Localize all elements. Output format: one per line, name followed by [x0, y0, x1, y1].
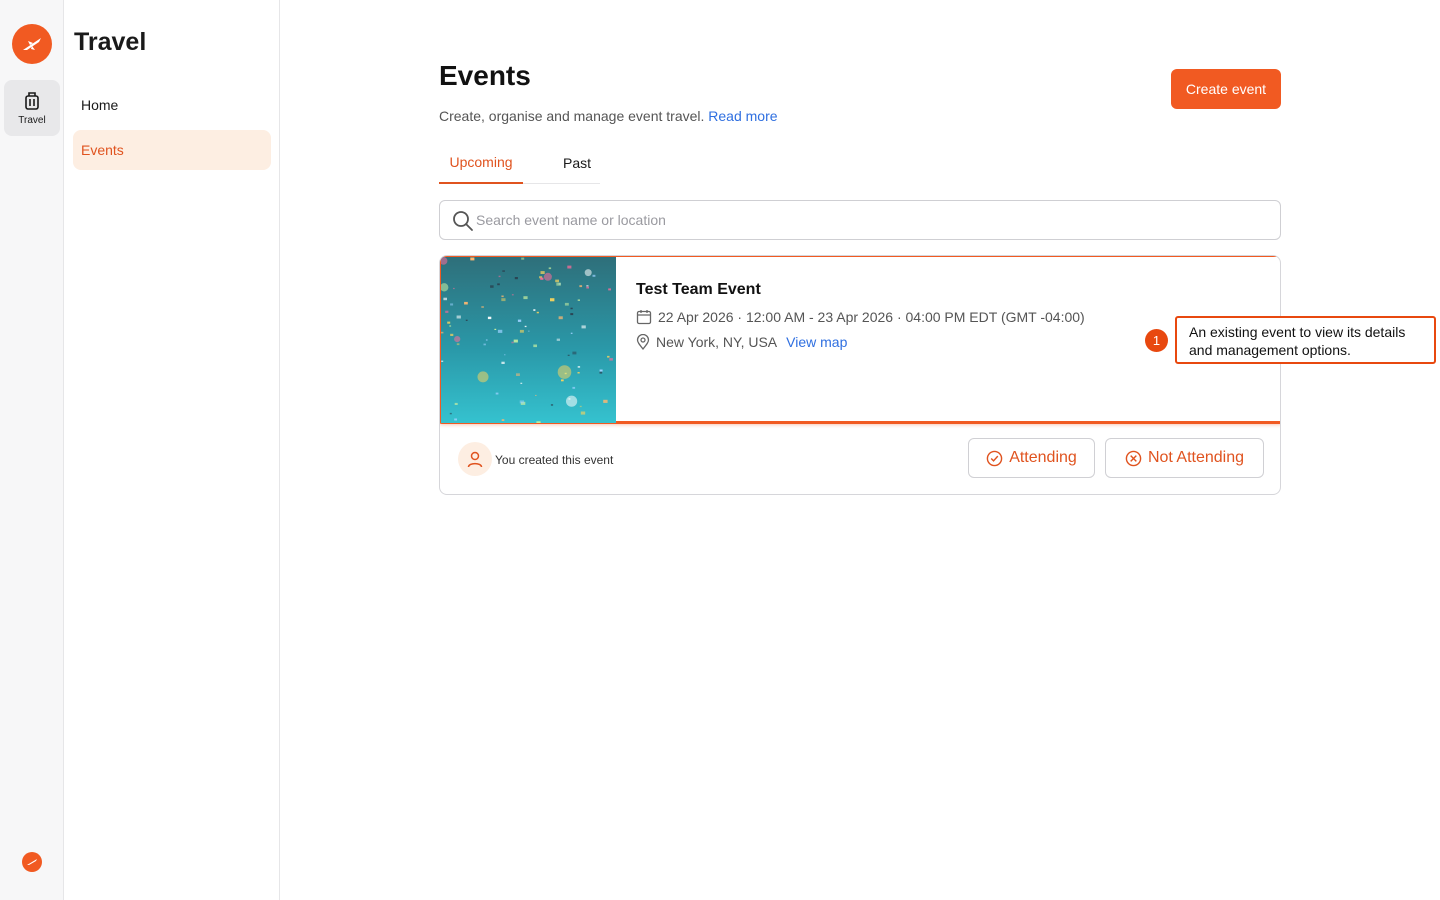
- annotation-badge: 1: [1145, 329, 1168, 352]
- brand-mini-logo-icon[interactable]: [22, 852, 42, 872]
- annotation-callout: An existing event to view its details an…: [1175, 316, 1436, 364]
- user-icon: [467, 451, 483, 468]
- sidebar-title: Travel: [74, 28, 147, 56]
- not-attending-button[interactable]: Not Attending: [1105, 438, 1264, 478]
- create-event-button[interactable]: Create event: [1171, 69, 1281, 109]
- event-card: Test Team Event 22 Apr 2026 · 12:00 AM -…: [439, 255, 1281, 495]
- event-footer: You created this event Attending Not Att…: [440, 426, 1280, 494]
- sidebar-item-home[interactable]: Home: [73, 85, 271, 125]
- not-attending-label: Not Attending: [1147, 449, 1245, 466]
- event-date-row: 22 Apr 2026 · 12:00 AM - 23 Apr 2026 · 0…: [636, 309, 1085, 325]
- search-icon: [453, 211, 473, 231]
- page-title: Events: [439, 60, 531, 91]
- creator-text: You created this event: [495, 453, 614, 467]
- event-tabs: Upcoming Past: [439, 141, 600, 184]
- calendar-icon: [636, 310, 652, 325]
- event-date: 22 Apr 2026 · 12:00 AM - 23 Apr 2026 · 0…: [658, 309, 1085, 325]
- attending-label: Attending: [1009, 449, 1077, 466]
- event-cover-image: [441, 257, 616, 423]
- view-map-link[interactable]: View map: [786, 334, 847, 350]
- rail-item-travel[interactable]: Travel: [4, 80, 60, 136]
- tab-upcoming[interactable]: Upcoming: [439, 141, 523, 184]
- x-circle-icon: [1125, 450, 1142, 466]
- sidebar-item-events[interactable]: Events: [73, 130, 271, 170]
- subtitle-text: Create, organise and manage event travel…: [439, 108, 705, 124]
- attending-button[interactable]: Attending: [968, 438, 1095, 478]
- app-rail: Travel: [0, 0, 64, 900]
- search-input[interactable]: [476, 201, 1266, 239]
- luggage-icon: [25, 91, 39, 110]
- check-circle-icon: [986, 450, 1003, 466]
- brand-logo-icon[interactable]: [12, 24, 52, 64]
- sidebar: Travel Home Events: [64, 0, 280, 900]
- tab-past[interactable]: Past: [537, 141, 617, 184]
- page-subtitle: Create, organise and manage event travel…: [439, 108, 778, 124]
- event-location-row: New York, NY, USA View map: [636, 334, 847, 350]
- event-name: Test Team Event: [636, 281, 761, 298]
- location-pin-icon: [636, 334, 650, 350]
- event-location: New York, NY, USA: [656, 334, 778, 350]
- search-box: [439, 200, 1281, 240]
- creator-avatar: [458, 442, 492, 476]
- rail-item-label: Travel: [18, 114, 46, 126]
- read-more-link[interactable]: Read more: [708, 108, 777, 124]
